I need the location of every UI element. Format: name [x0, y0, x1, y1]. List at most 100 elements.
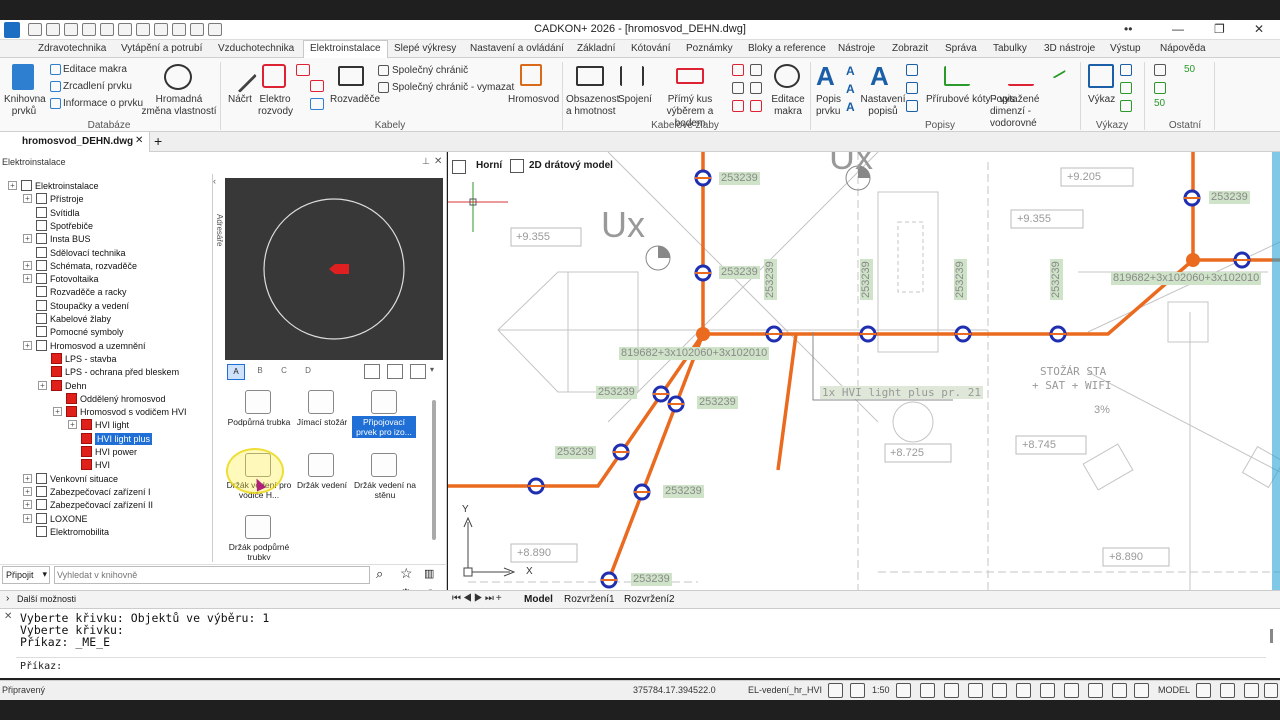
view-mode-dropdown-icon[interactable]: ▾: [430, 365, 434, 374]
tab-zakladni[interactable]: Základní: [577, 43, 615, 54]
symbol-drzak-podpurne-trubky[interactable]: [245, 515, 271, 539]
editace-makra-button[interactable]: Editace makra: [63, 64, 127, 76]
tray-tool-3-icon[interactable]: [732, 100, 744, 112]
lightning-house-icon[interactable]: [520, 64, 542, 86]
expand-icon[interactable]: +: [23, 340, 32, 350]
search-icon[interactable]: ⌕: [376, 566, 383, 582]
tab-kotovani[interactable]: Kótování: [631, 43, 670, 54]
zrcadleni-button[interactable]: Zrcadlení prvku: [63, 81, 132, 93]
leader-icon[interactable]: [1047, 61, 1067, 79]
rozvadece-button[interactable]: Rozvaděče: [330, 94, 380, 106]
tab-zdravotechnika[interactable]: Zdravotechnika: [38, 43, 106, 54]
lineweight-icon[interactable]: [1112, 683, 1127, 698]
tree-item[interactable]: Stoupačky a vedení: [50, 300, 129, 312]
switchboard-icon[interactable]: [338, 66, 364, 86]
tree-item[interactable]: Sdělovací technika: [50, 247, 126, 259]
cable-routes[interactable]: [448, 152, 1280, 583]
label-tool-3-icon[interactable]: [906, 100, 918, 112]
osnap-icon[interactable]: [1064, 683, 1079, 698]
minimize-icon[interactable]: —: [1172, 22, 1184, 36]
layout-nav-icons[interactable]: ⏮◀▶⏭+: [452, 593, 504, 604]
report-tool-2-icon[interactable]: [1120, 82, 1132, 94]
editace-makra-2-button[interactable]: Editace makra: [770, 94, 806, 118]
tree-item[interactable]: HVI light: [95, 419, 129, 431]
tab-vytapeni[interactable]: Vytápění a potrubí: [121, 43, 202, 54]
expand-icon[interactable]: +: [23, 234, 32, 244]
tab-3d-nastroje[interactable]: 3D nástroje: [1044, 43, 1095, 54]
report-tool-icon[interactable]: [1120, 64, 1132, 76]
tree-item[interactable]: Oddělený hromosvod: [80, 393, 166, 405]
tab-poznamky[interactable]: Poznámky: [686, 43, 733, 54]
filter-tab-d[interactable]: D: [299, 364, 317, 380]
mirror-icon[interactable]: [50, 81, 61, 92]
tab-slepe-vykresy[interactable]: Slepé výkresy: [394, 43, 456, 54]
edit-macro-icon[interactable]: [50, 64, 61, 75]
folder-icon[interactable]: [387, 364, 403, 379]
fullscreen-icon[interactable]: [1220, 683, 1235, 698]
label-tool-2-icon[interactable]: [906, 82, 918, 94]
collapse-icon[interactable]: ‹: [213, 176, 216, 186]
workspace-icon[interactable]: [944, 683, 959, 698]
view-cube-icon[interactable]: [452, 160, 466, 174]
informace-button[interactable]: Informace o prvku: [63, 98, 143, 110]
doc-tab-active[interactable]: hromosvod_DEHN.dwg ✕: [0, 132, 150, 152]
spolecny-chranic-button[interactable]: Společný chránič: [392, 65, 468, 77]
stats-icon[interactable]: ▥: [424, 567, 434, 580]
tray-tool-4-icon[interactable]: [750, 64, 762, 76]
tray-tool-2-icon[interactable]: [732, 82, 744, 94]
report-tool-3-icon[interactable]: [1120, 100, 1132, 112]
layout-tab-model[interactable]: Model: [524, 594, 553, 605]
cable-tool-icon[interactable]: [296, 64, 310, 76]
expand-icon[interactable]: +: [38, 380, 47, 390]
view-mode-icon[interactable]: [410, 364, 426, 379]
ortho-icon[interactable]: [1016, 683, 1031, 698]
scale-label[interactable]: 1:50: [872, 685, 890, 695]
info-icon[interactable]: [50, 98, 61, 109]
adresare-label[interactable]: Adresáře: [215, 214, 224, 246]
tree-item[interactable]: Elektroinstalace: [35, 180, 99, 192]
filter-tab-a[interactable]: A: [227, 364, 245, 380]
star-icon[interactable]: ☆: [400, 565, 413, 582]
dimension-label-icon[interactable]: [1008, 66, 1034, 86]
filter-tab-c[interactable]: C: [275, 364, 293, 380]
tree-item[interactable]: HVI light plus: [95, 432, 153, 445]
spojeni-button[interactable]: Spojení: [618, 94, 652, 106]
tab-sprava[interactable]: Správa: [945, 43, 977, 54]
hromosvod-button[interactable]: Hromosvod: [508, 94, 559, 106]
expand-icon[interactable]: +: [23, 274, 32, 284]
drawing-canvas[interactable]: Horní 2D drátový model Ux Ux +9.355 +9.2…: [448, 152, 1280, 590]
nastaveni-popisu-button[interactable]: Nastavení popisů: [860, 94, 906, 118]
hromadna-zmena-button[interactable]: Hromadná změna vlastností: [140, 94, 218, 118]
annotation-icon[interactable]: [828, 683, 843, 698]
symbol-drzak-vedeni[interactable]: [308, 453, 334, 477]
pripojit-dropdown[interactable]: Připojit ▾: [2, 566, 50, 584]
popis-prvku-button[interactable]: Popis prvku: [816, 94, 841, 118]
tab-bloky[interactable]: Bloky a reference: [748, 43, 826, 54]
sketch-icon[interactable]: [223, 59, 257, 93]
gear-icon[interactable]: [1196, 683, 1211, 698]
value-50-a[interactable]: 50: [1184, 64, 1195, 76]
tree-item[interactable]: HVI: [95, 459, 110, 471]
junction-node[interactable]: [1186, 253, 1200, 267]
expand-icon[interactable]: +: [23, 486, 32, 496]
junction-node[interactable]: [696, 327, 710, 341]
popis-dimenzi-button[interactable]: Popis dimenzí - vodorovné: [990, 94, 1052, 130]
tab-vystup[interactable]: Výstup: [1110, 43, 1141, 54]
tray-tool-6-icon[interactable]: [750, 100, 762, 112]
label-small-3-icon[interactable]: A: [846, 100, 858, 114]
polar-icon[interactable]: [1040, 683, 1055, 698]
model-space-label[interactable]: MODEL: [1158, 685, 1190, 695]
label-settings-icon[interactable]: A: [870, 62, 894, 90]
library-icon[interactable]: [12, 64, 34, 90]
current-layer[interactable]: EL-vedení_hr_HVI: [748, 685, 822, 695]
transparency-icon[interactable]: [1134, 683, 1149, 698]
customize-icon[interactable]: [1264, 683, 1278, 698]
grid-2-icon[interactable]: [1154, 82, 1166, 94]
more-icon[interactable]: ••: [1124, 22, 1132, 36]
visual-style-icon[interactable]: [510, 159, 524, 173]
expand-icon[interactable]: +: [23, 194, 32, 204]
tree-item[interactable]: Dehn: [65, 380, 87, 392]
label-a-icon[interactable]: A: [816, 62, 838, 90]
tree-item[interactable]: Zabezpečovací zařízení II: [50, 499, 153, 511]
tree-item[interactable]: Elektromobilita: [50, 526, 109, 538]
